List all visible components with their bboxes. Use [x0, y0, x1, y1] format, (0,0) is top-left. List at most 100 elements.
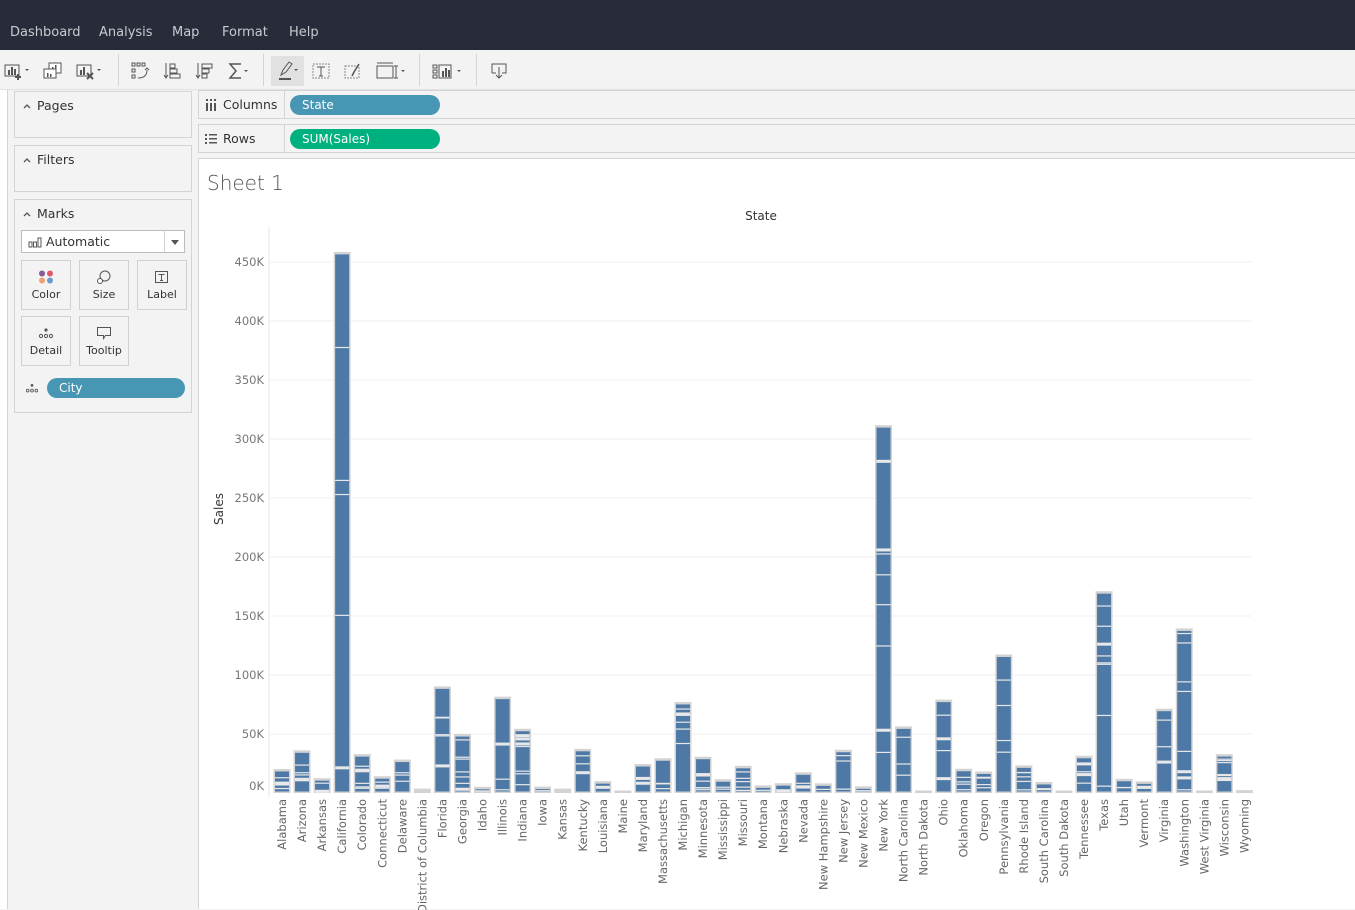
rows-shelf-label: Rows — [199, 125, 285, 152]
city-segment-separator — [1097, 642, 1112, 646]
bar-louisiana[interactable] — [594, 781, 612, 793]
size-button[interactable]: Size — [79, 260, 129, 310]
menu-map[interactable]: Map — [172, 25, 199, 40]
city-segment-separator — [335, 346, 350, 349]
bar-new-hampshire[interactable] — [814, 783, 832, 793]
bar-massachusetts[interactable] — [654, 758, 672, 793]
show-mark-labels-button[interactable] — [310, 58, 332, 84]
dropdown-arrow[interactable] — [164, 231, 184, 252]
city-segment-separator — [435, 764, 450, 768]
bar-montana[interactable] — [754, 785, 772, 793]
highlight-button[interactable] — [271, 56, 304, 86]
bar-colorado[interactable] — [353, 754, 371, 793]
detail-button[interactable]: Detail — [21, 316, 71, 366]
bar-texas[interactable] — [1095, 591, 1113, 793]
city-segment-separator — [1016, 771, 1031, 774]
bar-michigan[interactable] — [674, 701, 692, 793]
bar-utah[interactable] — [1115, 778, 1133, 793]
clear-sheet-button[interactable] — [75, 58, 105, 84]
swap-rows-columns-button[interactable] — [130, 58, 152, 84]
bar-georgia[interactable] — [453, 734, 471, 793]
bar-iowa[interactable] — [534, 786, 552, 793]
city-segment-separator — [876, 604, 891, 606]
color-button[interactable]: Color — [21, 260, 71, 310]
city-segment-separator — [1077, 771, 1091, 773]
bar-california[interactable] — [333, 251, 351, 793]
x-tick-label: California — [335, 799, 349, 854]
bar-illinois[interactable] — [494, 696, 512, 793]
bar-mississippi[interactable] — [714, 779, 732, 793]
bar-florida[interactable] — [433, 686, 451, 793]
fit-button[interactable] — [374, 58, 408, 84]
bar-west-virginia[interactable] — [1195, 790, 1213, 794]
bar-oregon[interactable] — [975, 771, 993, 793]
bar-district-of-columbia[interactable] — [413, 788, 431, 793]
bar-kentucky[interactable] — [574, 748, 592, 793]
new-worksheet-button[interactable] — [3, 58, 31, 84]
bar-new-jersey[interactable] — [834, 749, 852, 793]
y-tick-label: 200K — [235, 550, 265, 564]
bar-connecticut[interactable] — [373, 776, 391, 793]
sort-ascending-button[interactable] — [162, 58, 184, 84]
bar-wisconsin[interactable] — [1215, 754, 1233, 793]
bar-minnesota[interactable] — [694, 756, 712, 793]
bar-virginia[interactable] — [1155, 708, 1173, 793]
bar-wyoming[interactable] — [1235, 790, 1253, 793]
detail-icon — [38, 327, 54, 338]
bar-arizona[interactable] — [293, 750, 311, 793]
bar-nevada[interactable] — [794, 772, 812, 793]
city-segment-separator — [455, 771, 470, 773]
city-segment-separator — [655, 788, 670, 790]
menu-format[interactable]: Format — [222, 25, 268, 40]
bar-delaware[interactable] — [393, 759, 411, 793]
duplicate-sheet-button[interactable] — [42, 58, 64, 84]
city-segment-separator — [1097, 714, 1112, 717]
bar-kansas[interactable] — [554, 788, 572, 793]
mark-type-dropdown[interactable]: Automatic — [21, 230, 185, 253]
bar-maryland[interactable] — [634, 764, 652, 793]
tooltip-button[interactable]: Tooltip — [79, 316, 129, 366]
bar-vermont[interactable] — [1135, 781, 1153, 793]
bar-alabama[interactable] — [273, 768, 291, 793]
chevron-down-icon — [170, 239, 179, 245]
bar-oklahoma[interactable] — [955, 768, 973, 793]
sort-descending-icon — [195, 63, 213, 79]
bar-north-dakota[interactable] — [915, 790, 933, 794]
annotate-button[interactable] — [342, 58, 364, 84]
bar-idaho[interactable] — [474, 786, 491, 793]
menu-dashboard[interactable]: Dashboard — [10, 25, 81, 40]
filters-header[interactable]: Filters — [23, 152, 74, 167]
marks-header[interactable]: Marks — [23, 206, 74, 221]
bar-south-carolina[interactable] — [1035, 781, 1053, 793]
bar-new-york[interactable] — [875, 425, 892, 793]
x-tick-label: North Dakota — [917, 799, 931, 876]
pages-header[interactable]: Pages — [23, 98, 74, 113]
city-detail-pill[interactable]: City — [47, 378, 185, 398]
bar-fill — [1117, 781, 1132, 792]
bar-indiana[interactable] — [514, 728, 532, 793]
bar-maine[interactable] — [614, 790, 632, 793]
bar-tennessee[interactable] — [1075, 755, 1093, 793]
download-button[interactable] — [487, 58, 511, 84]
label-button[interactable]: Label — [137, 260, 187, 310]
city-segment-separator — [455, 787, 470, 791]
collapsed-data-pane[interactable] — [0, 90, 8, 909]
bar-nebraska[interactable] — [774, 783, 792, 793]
state-column-pill[interactable]: State — [290, 95, 440, 115]
bar-south-dakota[interactable] — [1055, 790, 1073, 793]
bar-fill — [676, 704, 690, 792]
show-me-button[interactable] — [430, 58, 466, 84]
bar-rhode-island[interactable] — [1015, 765, 1033, 793]
totals-button[interactable] — [227, 58, 251, 84]
bar-washington[interactable] — [1175, 628, 1193, 793]
bar-pennsylvania[interactable] — [995, 654, 1013, 793]
bar-missouri[interactable] — [734, 765, 752, 793]
bar-ohio[interactable] — [935, 699, 953, 793]
bar-arkansas[interactable] — [313, 778, 331, 793]
menu-analysis[interactable]: Analysis — [99, 25, 153, 40]
bar-north-carolina[interactable] — [895, 726, 913, 793]
sort-descending-button[interactable] — [194, 58, 216, 84]
bar-new-mexico[interactable] — [854, 786, 872, 793]
menu-help[interactable]: Help — [289, 25, 319, 40]
sales-row-pill[interactable]: SUM(Sales) — [290, 129, 440, 149]
